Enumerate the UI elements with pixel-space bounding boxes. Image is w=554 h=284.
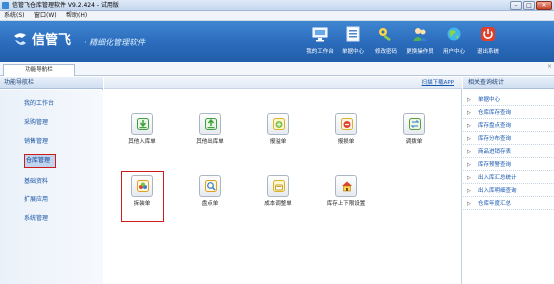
window-controls: – □ ✕	[509, 1, 552, 10]
chevron-right-icon: ▷	[467, 97, 471, 103]
module-panel-header: 扫描下载APP	[104, 77, 462, 89]
module-label: 报溢单	[269, 139, 287, 145]
brand-slogan: · 精细化管理软件	[84, 38, 146, 47]
module-icon-box	[199, 175, 221, 197]
tab-function-navigation[interactable]: 功能导航栏	[3, 64, 75, 76]
related-queries-panel: 相关查询统计 ▷ 单据中心 ▷ 仓库库存查询 ▷ 库存盘点查询 ▷ 库存分布查询 ▷ 商品…	[463, 77, 554, 284]
module-stock-limit-settings[interactable]: 库存上下限设置	[316, 175, 376, 219]
app-icon	[2, 2, 9, 9]
module-label: 报损单	[337, 139, 355, 145]
maximize-button[interactable]: □	[523, 1, 535, 10]
users-icon	[413, 28, 427, 41]
module-label: 成本调整单	[264, 201, 292, 207]
module-overflow[interactable]: 报溢单	[248, 113, 308, 157]
related-queries-title: 相关查询统计	[468, 79, 505, 86]
cost-adjust-icon	[273, 180, 285, 192]
toolbar-label: 退出系统	[476, 49, 499, 55]
query-item[interactable]: ▷ 出入库明细查询	[463, 185, 554, 197]
warehouse-limit-icon	[342, 181, 352, 192]
chevron-right-icon: ▷	[467, 175, 471, 181]
close-tab-icon[interactable]: ×	[547, 63, 552, 71]
document-list-icon	[346, 26, 360, 42]
brand-name: 信管飞	[32, 33, 72, 48]
title-bar: 信管飞仓库管理软件 V9.2.424 - 试用版 – □ ✕	[0, 0, 554, 11]
chevron-right-icon: ▷	[467, 123, 471, 129]
tab-label: 功能导航栏	[25, 67, 53, 73]
query-item[interactable]: ▷ 仓库库存查询	[463, 107, 554, 119]
tab-strip: 功能导航栏 ×	[0, 62, 554, 76]
query-item[interactable]: ▷ 单据中心	[463, 94, 554, 106]
nav-item-extensions[interactable]: 扩展应用	[24, 194, 48, 206]
chevron-right-icon: ▷	[467, 162, 471, 168]
nav-panel-header: 功能导航栏	[0, 77, 103, 89]
key-icon	[379, 28, 391, 42]
inbound-icon	[137, 118, 149, 130]
module-cost-adjust[interactable]: 成本调整单	[248, 175, 308, 219]
chevron-right-icon: ▷	[467, 201, 471, 207]
nav-item-system[interactable]: 系统管理	[24, 213, 48, 225]
module-icon-box	[267, 175, 289, 197]
module-icon-box	[403, 113, 425, 135]
stocktake-icon	[205, 180, 217, 192]
chevron-right-icon: ▷	[467, 110, 471, 116]
module-label: 调拨单	[405, 139, 423, 145]
nav-item-warehouse[interactable]: 仓库管理	[24, 154, 56, 168]
nav-item-purchase[interactable]: 采购管理	[24, 117, 48, 129]
menu-help[interactable]: 帮助(H)	[66, 11, 87, 21]
query-item[interactable]: ▷ 出入库汇总统计	[463, 172, 554, 184]
toolbar-exit-system[interactable]: 退出系统	[468, 24, 508, 60]
query-item[interactable]: ▷ 库存盘点查询	[463, 120, 554, 132]
globe-icon	[447, 27, 461, 41]
module-label: 其他出库单	[196, 139, 224, 145]
module-label: 其他入库单	[128, 139, 156, 145]
loss-minus-icon	[341, 118, 353, 130]
overflow-add-icon	[273, 118, 285, 130]
power-icon	[481, 27, 495, 41]
highlight-box	[121, 171, 164, 222]
module-icon-box	[335, 175, 357, 197]
monitor-icon	[312, 27, 328, 42]
module-other-inbound[interactable]: 其他入库单	[112, 113, 172, 157]
module-loss[interactable]: 报损单	[316, 113, 376, 157]
chevron-right-icon: ▷	[467, 136, 471, 142]
transfer-icon	[409, 118, 421, 130]
menu-window[interactable]: 窗口(W)	[34, 11, 57, 21]
module-other-outbound[interactable]: 其他出库单	[180, 113, 240, 157]
scan-download-app-link[interactable]: 扫描下载APP	[422, 77, 454, 89]
module-icon-box	[199, 113, 221, 135]
query-item[interactable]: ▷ 商品进销存表	[463, 146, 554, 158]
query-item[interactable]: ▷ 库存分布查询	[463, 133, 554, 145]
query-item[interactable]: ▷ 库存预警查询	[463, 159, 554, 171]
nav-item-sales[interactable]: 销售管理	[24, 136, 48, 148]
module-stocktake[interactable]: 盘点单	[180, 175, 240, 219]
nav-panel-title: 功能导航栏	[4, 79, 35, 86]
menu-bar: 系统(S) 窗口(W) 帮助(H)	[0, 11, 554, 21]
module-transfer[interactable]: 调拨单	[384, 113, 444, 157]
outbound-icon	[205, 118, 217, 130]
chevron-right-icon: ▷	[467, 149, 471, 155]
close-button[interactable]: ✕	[536, 1, 552, 10]
left-nav-panel: 功能导航栏 我的工作台 采购管理 销售管理 仓库管理 基础资料 扩展应用 系统管…	[0, 77, 103, 284]
nav-item-basic-data[interactable]: 基础资料	[24, 176, 48, 188]
header-banner: 信管飞 · 精细化管理软件 我的工作台 单据中心 修改密码 更换操作员 用户中心…	[0, 21, 554, 62]
related-queries-header: 相关查询统计	[463, 77, 554, 89]
brand-logo-icon	[14, 33, 26, 45]
window-title: 信管飞仓库管理软件 V9.2.424 - 试用版	[12, 2, 119, 9]
module-icon-box	[131, 113, 153, 135]
module-label: 库存上下限设置	[326, 201, 366, 207]
minimize-button[interactable]: –	[510, 1, 522, 10]
module-label: 盘点单	[201, 201, 219, 207]
module-icon-box	[335, 113, 357, 135]
module-icon-box	[267, 113, 289, 135]
query-item[interactable]: ▷ 仓库年度汇总	[463, 198, 554, 210]
nav-list: 我的工作台 采购管理 销售管理 仓库管理 基础资料 扩展应用 系统管理	[0, 90, 103, 284]
menu-system[interactable]: 系统(S)	[4, 11, 25, 21]
nav-item-workbench[interactable]: 我的工作台	[24, 98, 54, 110]
chevron-right-icon: ▷	[467, 188, 471, 194]
